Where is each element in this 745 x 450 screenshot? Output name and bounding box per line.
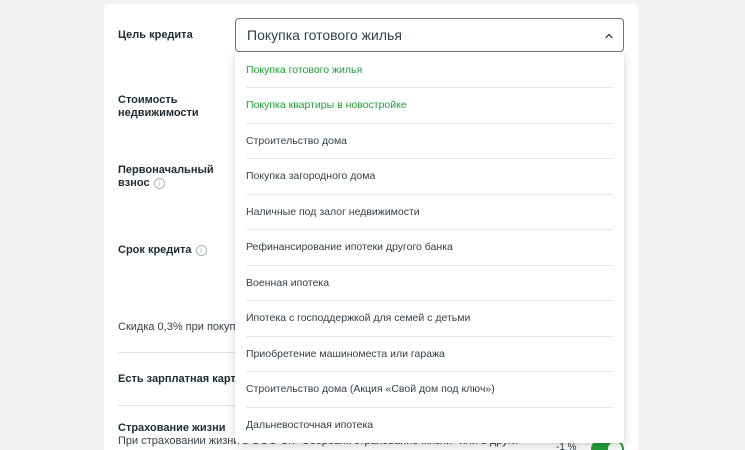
dropdown-option[interactable]: Покупка квартиры в новостройке — [246, 88, 613, 124]
down-payment-label-text: Первоначальный взнос — [118, 164, 214, 189]
purpose-dropdown-list: Покупка готового жилья Покупка квартиры в… — [235, 52, 624, 443]
divider — [118, 352, 238, 353]
divider — [118, 405, 238, 406]
toggle-knob — [608, 442, 622, 450]
dropdown-option[interactable]: Наличные под залог недвижимости — [246, 195, 613, 230]
dropdown-option[interactable]: Покупка готового жилья — [246, 53, 613, 88]
info-icon[interactable]: i — [153, 177, 165, 189]
dropdown-option[interactable]: Ипотека с господдержкой для семей с деть… — [246, 301, 613, 337]
dropdown-option[interactable]: Строительство дома (Акция «Свой дом под … — [246, 372, 613, 408]
life-insurance-label: Страхование жизни — [118, 422, 226, 434]
info-icon[interactable]: i — [195, 244, 207, 256]
term-label-text: Срок кредита — [118, 244, 192, 256]
purpose-select[interactable]: Покупка готового жилья — [235, 18, 624, 52]
dropdown-option[interactable]: Дальневосточная ипотека — [246, 408, 613, 444]
purpose-label: Цель кредита — [118, 29, 193, 41]
down-payment-label: Первоначальный взнос i — [118, 164, 228, 190]
dropdown-option[interactable]: Приобретение машиноместа или гаража — [246, 337, 613, 372]
purpose-select-value: Покупка готового жилья — [247, 27, 402, 43]
term-label: Срок кредита i — [118, 244, 207, 257]
dropdown-option[interactable]: Покупка загородного дома — [246, 159, 613, 195]
chevron-up-icon — [605, 33, 613, 39]
life-insurance-discount-badge: -1 % — [556, 442, 577, 450]
property-cost-label: Стоимость недвижимости — [118, 94, 199, 119]
dropdown-option[interactable]: Строительство дома — [246, 124, 613, 159]
dropdown-option[interactable]: Рефинансирование ипотеки другого банка — [246, 230, 613, 266]
dropdown-option[interactable]: Военная ипотека — [246, 266, 613, 301]
